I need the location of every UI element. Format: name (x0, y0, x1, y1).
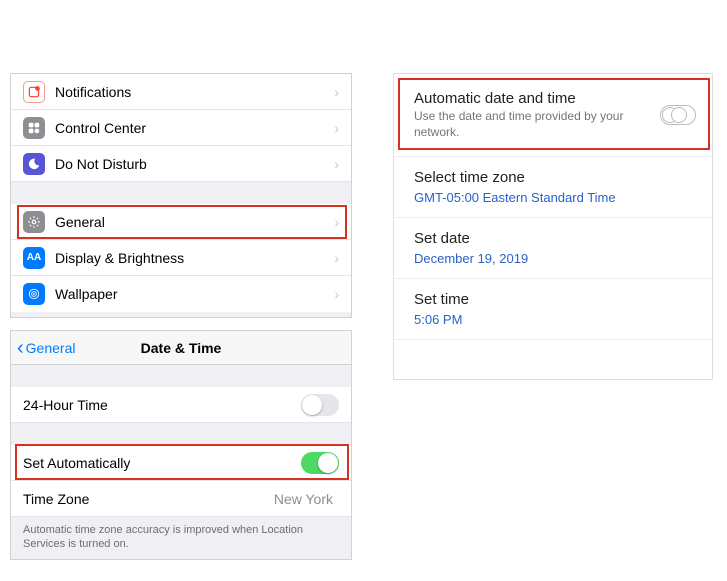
back-label: General (26, 340, 76, 356)
settings-row-display[interactable]: AA Display & Brightness › (11, 240, 351, 276)
row-value: GMT-05:00 Eastern Standard Time (414, 190, 696, 205)
chevron-right-icon: › (334, 84, 339, 100)
timezone-value: New York (274, 491, 333, 507)
row-label: Notifications (55, 84, 334, 100)
row-label: Control Center (55, 120, 334, 136)
moon-icon (23, 153, 45, 175)
settings-row-control-center[interactable]: Control Center › (11, 110, 351, 146)
chevron-left-icon: ‹ (17, 338, 24, 358)
row-set-automatically[interactable]: Set Automatically (11, 445, 351, 481)
section-gap (11, 423, 351, 445)
row-select-timezone[interactable]: Select time zone GMT-05:00 Eastern Stand… (394, 157, 712, 218)
row-value: December 19, 2019 (414, 251, 696, 266)
row-label: Display & Brightness (55, 250, 334, 266)
gear-icon (23, 211, 45, 233)
row-label: Set Automatically (23, 455, 301, 471)
wallpaper-icon (23, 283, 45, 305)
settings-row-notifications[interactable]: Notifications › (11, 74, 351, 110)
row-time-zone[interactable]: Time Zone New York (11, 481, 351, 517)
toggle-auto-date-time[interactable] (660, 105, 696, 125)
row-label: 24-Hour Time (23, 397, 301, 413)
chevron-right-icon: › (334, 286, 339, 302)
chevron-right-icon: › (334, 250, 339, 266)
chevron-right-icon: › (334, 156, 339, 172)
row-title: Automatic date and time (414, 90, 652, 107)
android-datetime-panel: Automatic date and time Use the date and… (393, 73, 713, 380)
row-set-date[interactable]: Set date December 19, 2019 (394, 218, 712, 279)
row-auto-date-time[interactable]: Automatic date and time Use the date and… (394, 74, 712, 157)
row-title: Select time zone (414, 169, 696, 186)
settings-row-dnd[interactable]: Do Not Disturb › (11, 146, 351, 182)
row-value: 5:06 PM (414, 312, 696, 327)
chevron-right-icon: › (334, 214, 339, 230)
row-subtitle: Use the date and time provided by your n… (414, 109, 652, 140)
chevron-right-icon: › (334, 120, 339, 136)
toggle-set-automatically[interactable] (301, 452, 339, 474)
notifications-icon (23, 81, 45, 103)
ios-settings-panel: Notifications › Control Center › Do Not … (10, 73, 352, 318)
row-title: Set date (414, 230, 696, 247)
row-label: Time Zone (23, 491, 274, 507)
settings-row-general[interactable]: General › (11, 204, 351, 240)
settings-row-wallpaper[interactable]: Wallpaper › (11, 276, 351, 312)
nav-bar: ‹ General Date & Time (11, 331, 351, 365)
display-icon: AA (23, 247, 45, 269)
section-gap (11, 182, 351, 204)
row-set-time[interactable]: Set time 5:06 PM (394, 279, 712, 340)
toggle-24-hour[interactable] (301, 394, 339, 416)
control-center-icon (23, 117, 45, 139)
ios-datetime-panel: ‹ General Date & Time 24-Hour Time Set A… (10, 330, 352, 560)
row-title: Set time (414, 291, 696, 308)
section-gap (11, 365, 351, 387)
row-label: Wallpaper (55, 286, 334, 302)
row-24-hour[interactable]: 24-Hour Time (11, 387, 351, 423)
row-label: Do Not Disturb (55, 156, 334, 172)
back-button[interactable]: ‹ General (17, 338, 75, 358)
footer-note: Automatic time zone accuracy is improved… (11, 517, 351, 560)
row-label: General (55, 214, 334, 230)
